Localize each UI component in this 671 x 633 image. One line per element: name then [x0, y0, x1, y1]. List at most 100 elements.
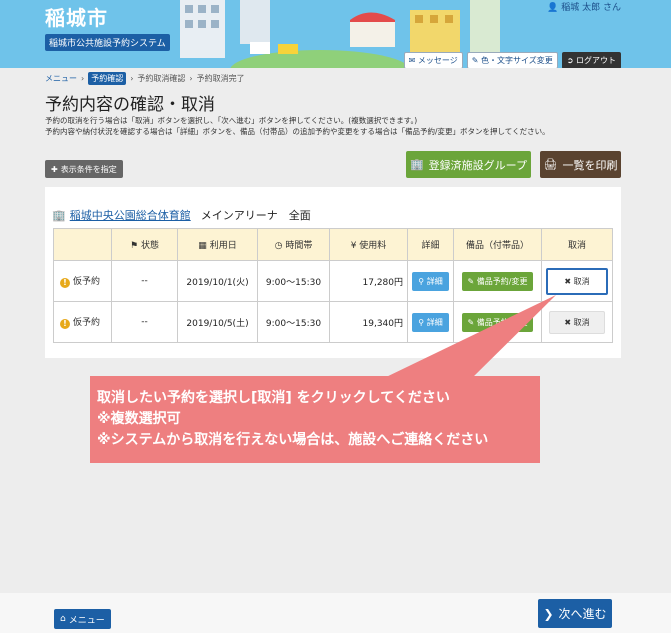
facility-heading: 🏢 稲城中央公園総合体育館 メインアリーナ 全面 [52, 207, 311, 223]
col-detail: 詳細 [407, 228, 454, 261]
col-date-label: 利用日 [209, 241, 237, 251]
site-title: 稲城市 [45, 6, 108, 30]
filter-label: 表示条件を指定 [60, 164, 117, 174]
col-equipment: 備品（付帯品） [453, 228, 542, 261]
cancel-button[interactable]: ✖ 取消 [549, 310, 605, 334]
detail-button[interactable]: ⚲ 詳細 [412, 271, 449, 291]
reservation-table: ⚑ 状態 ▦ 利用日 ◷ 時間帯 ¥ 使用料 詳細 備品（付帯品） 取消 ! 仮予… [53, 228, 613, 343]
detail-label: 詳細 [426, 317, 443, 327]
cancel-label: 取消 [573, 317, 590, 327]
description-line: 予約の取消を行う場合は「取消」ボタンを選択し、「次へ進む」ボタンを押してください… [45, 116, 418, 125]
detail-label: 詳細 [426, 276, 443, 286]
col-time-label: 時間帯 [285, 241, 313, 251]
clock-icon: ◷ [274, 241, 283, 251]
reservation-type-cell: ! 仮予約 [53, 301, 112, 343]
page-description: 予約の取消を行う場合は「取消」ボタンを選択し、「次へ進む」ボタンを押してください… [45, 115, 645, 137]
callout-line: ※複数選択可 [97, 411, 181, 427]
logout-button[interactable]: ➲ ログアウト [561, 52, 621, 68]
search-icon: ⚲ [418, 317, 425, 327]
reservation-type-cell: ! 仮予約 [53, 260, 112, 302]
menu-button[interactable]: ⌂ メニュー [54, 609, 111, 629]
breadcrumb-separator: › [189, 74, 193, 83]
registered-group-button[interactable]: 🏢 登録済施設グループ [406, 151, 531, 178]
pencil-icon: ✎ [471, 56, 479, 65]
display-settings-button[interactable]: ✎ 色・文字サイズ変更 [466, 52, 558, 68]
header-buttons: ✉ メッセージ ✎ 色・文字サイズ変更 ➲ ログアウト [403, 52, 621, 68]
breadcrumb-step: 予約取消完了 [196, 74, 245, 83]
detail-cell: ⚲ 詳細 [407, 260, 454, 302]
status-cell: -- [111, 301, 178, 343]
user-name[interactable]: 👤 稲城 太郎 さん [547, 0, 621, 13]
reservation-type: 仮予約 [73, 277, 101, 287]
next-button[interactable]: ❯ 次へ進む [538, 599, 612, 628]
menu-label: メニュー [68, 615, 105, 626]
callout-line: 取消したい予約を選択し[取消] をクリックしてください [97, 390, 450, 406]
equipment-reserve-button[interactable]: ✎ 備品予約/変更 [461, 271, 534, 291]
display-settings-label: 色・文字サイズ変更 [480, 56, 553, 65]
close-icon: ✖ [564, 317, 572, 327]
user-icon: 👤 [547, 3, 559, 13]
fee-cell: 19,340円 [329, 301, 408, 343]
search-icon: ⚲ [418, 276, 425, 286]
pencil-icon: ✎ [467, 276, 475, 286]
col-status: ⚑ 状態 [111, 228, 178, 261]
chat-icon: ✉ [408, 56, 416, 65]
flag-icon: ⚑ [130, 241, 139, 251]
equipment-cell: ✎ 備品予約/変更 [453, 301, 542, 343]
registered-group-label: 登録済施設グループ [428, 158, 528, 172]
calendar-icon: ▦ [198, 241, 207, 251]
status-cell: -- [111, 260, 178, 302]
message-button[interactable]: ✉ メッセージ [403, 52, 463, 68]
col-detail-label: 詳細 [421, 241, 440, 251]
cancel-cell: ✖ 取消 [541, 260, 613, 302]
col-fee-label: 使用料 [359, 241, 387, 251]
header: 稲城市 稲城市公共施設予約システム 👤 稲城 太郎 さん ✉ メッセージ ✎ 色… [0, 0, 671, 68]
warning-icon: ! [60, 278, 70, 288]
home-icon: ⌂ [60, 614, 66, 624]
page-title: 予約内容の確認・取消 [45, 95, 215, 115]
col-status-label: 状態 [140, 241, 159, 251]
close-icon: ✖ [564, 276, 572, 286]
printer-icon: 🖨 [543, 158, 558, 171]
table-header-row: ⚑ 状態 ▦ 利用日 ◷ 時間帯 ¥ 使用料 詳細 備品（付帯品） 取消 [53, 228, 613, 261]
col-time: ◷ 時間帯 [257, 228, 330, 261]
instruction-callout: 取消したい予約を選択し[取消] をクリックしてください ※複数選択可 ※システム… [90, 376, 540, 463]
date-cell: 2019/10/5(土) [177, 301, 258, 343]
system-name-badge: 稲城市公共施設予約システム [45, 34, 170, 51]
col-cancel: 取消 [541, 228, 613, 261]
time-cell: 9:00～15:30 [257, 301, 330, 343]
print-label: 一覧を印刷 [562, 158, 618, 172]
breadcrumb-step: 予約取消確認 [137, 74, 186, 83]
breadcrumb: メニュー › 予約確認 › 予約取消確認 › 予約取消完了 [45, 72, 245, 85]
equipment-label: 備品予約/変更 [476, 317, 528, 327]
detail-button[interactable]: ⚲ 詳細 [412, 312, 449, 332]
equipment-label: 備品予約/変更 [476, 276, 528, 286]
plus-icon: ✚ [51, 164, 58, 174]
cancel-button[interactable]: ✖ 取消 [546, 267, 608, 295]
col-cancel-label: 取消 [567, 241, 586, 251]
print-list-button[interactable]: 🖨 一覧を印刷 [540, 151, 621, 178]
time-cell: 9:00～15:30 [257, 260, 330, 302]
equipment-reserve-button[interactable]: ✎ 備品予約/変更 [461, 312, 534, 332]
table-row: ! 仮予約 -- 2019/10/1(火) 9:00～15:30 17,280円 … [53, 260, 613, 302]
col-fee: ¥ 使用料 [329, 228, 408, 261]
facility-link[interactable]: 稲城中央公園総合体育館 [70, 207, 191, 223]
pencil-icon: ✎ [467, 317, 475, 327]
date-cell: 2019/10/1(火) [177, 260, 258, 302]
logout-icon: ➲ [566, 56, 574, 65]
cancel-label: 取消 [573, 276, 590, 286]
logout-label: ログアウト [576, 56, 616, 65]
breadcrumb-menu[interactable]: メニュー [45, 73, 77, 84]
building-icon: 🏢 [409, 158, 424, 171]
chevron-right-icon: ❯ [543, 606, 554, 621]
callout-line: ※システムから取消を行えない場合は、施設へご連絡ください [97, 432, 489, 448]
brand: 稲城市 稲城市公共施設予約システム [45, 2, 170, 51]
table-row: ! 仮予約 -- 2019/10/5(土) 9:00～15:30 19,340円 … [53, 301, 613, 343]
building-icon: 🏢 [52, 208, 66, 222]
col-equipment-label: 備品（付帯品） [465, 241, 529, 251]
filter-conditions-button[interactable]: ✚ 表示条件を指定 [45, 160, 123, 178]
cancel-cell: ✖ 取消 [541, 301, 613, 343]
warning-icon: ! [60, 319, 70, 329]
description-line: 予約内容や納付状況を確認する場合は「詳細」ボタンを、備品（付帯品）の追加予約や変… [45, 127, 550, 136]
fee-cell: 17,280円 [329, 260, 408, 302]
